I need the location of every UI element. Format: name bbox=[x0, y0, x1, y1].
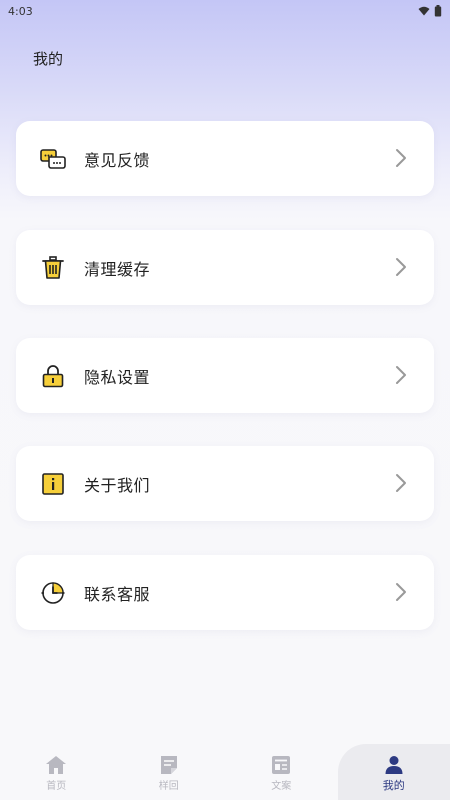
battery-icon bbox=[434, 5, 442, 17]
tab-notes[interactable]: 样回 bbox=[113, 744, 226, 800]
menu-item-label: 意见反馈 bbox=[84, 150, 151, 170]
chevron-right-icon bbox=[396, 149, 406, 167]
note-icon bbox=[160, 756, 177, 774]
menu-item-label: 隐私设置 bbox=[84, 367, 151, 387]
trash-icon bbox=[40, 255, 66, 281]
chevron-right-icon bbox=[396, 583, 406, 601]
info-icon bbox=[40, 471, 66, 497]
tab-label: 样回 bbox=[158, 781, 179, 792]
tab-label: 文案 bbox=[271, 781, 292, 792]
tab-home[interactable]: 首页 bbox=[0, 744, 113, 800]
status-time: 4:03 bbox=[8, 4, 33, 18]
tab-mine[interactable]: 我的 bbox=[337, 744, 450, 800]
lock-icon bbox=[40, 363, 66, 389]
menu-item-label: 联系客服 bbox=[84, 584, 151, 604]
clock-service-icon bbox=[40, 580, 66, 606]
page-title: 我的 bbox=[33, 50, 64, 68]
home-icon bbox=[46, 756, 67, 774]
status-bar: 4:03 bbox=[0, 0, 450, 22]
person-icon bbox=[385, 756, 403, 774]
wifi-icon bbox=[418, 6, 430, 16]
tab-copywriting[interactable]: 文案 bbox=[225, 744, 338, 800]
menu-item-feedback[interactable]: 意见反馈 bbox=[16, 121, 434, 196]
menu-item-label: 关于我们 bbox=[84, 475, 151, 495]
bottom-tab-bar: 首页 样回 文案 我的 bbox=[0, 744, 450, 800]
menu-item-privacy-settings[interactable]: 隐私设置 bbox=[16, 338, 434, 413]
chevron-right-icon bbox=[396, 474, 406, 492]
chevron-right-icon bbox=[396, 258, 406, 276]
menu-item-about-us[interactable]: 关于我们 bbox=[16, 446, 434, 521]
menu-item-clear-cache[interactable]: 清理缓存 bbox=[16, 230, 434, 305]
menu-item-contact-support[interactable]: 联系客服 bbox=[16, 555, 434, 630]
document-icon bbox=[272, 756, 291, 774]
tab-label: 我的 bbox=[382, 779, 405, 792]
status-icons bbox=[418, 5, 442, 17]
chevron-right-icon bbox=[396, 366, 406, 384]
feedback-chat-icon bbox=[40, 146, 66, 172]
menu-item-label: 清理缓存 bbox=[84, 259, 151, 279]
tab-label: 首页 bbox=[46, 781, 67, 792]
